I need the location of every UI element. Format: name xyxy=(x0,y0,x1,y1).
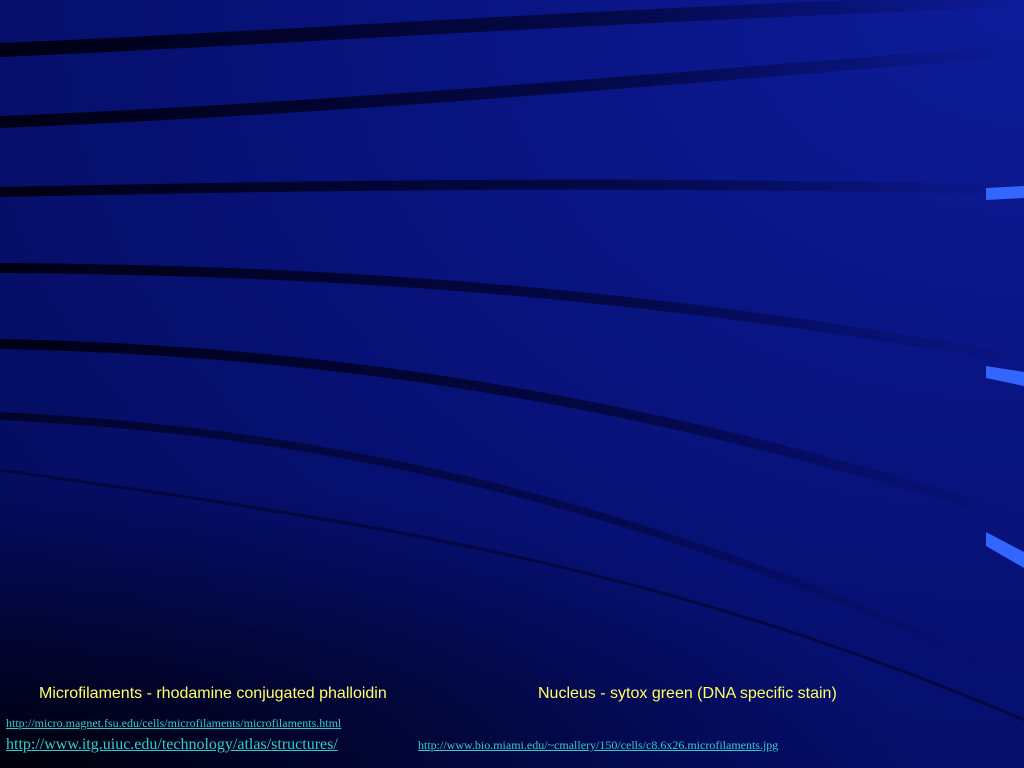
curved-stripes-decoration xyxy=(0,0,1024,768)
accent-stripe-top xyxy=(986,186,1024,200)
source-link-magnet[interactable]: http://micro.magnet.fsu.edu/cells/microf… xyxy=(6,716,341,731)
caption-microfilaments: Microfilaments - rhodamine conjugated ph… xyxy=(39,685,387,702)
caption-nucleus: Nucleus - sytox green (DNA specific stai… xyxy=(538,685,837,702)
slide-background: Microfilaments - rhodamine conjugated ph… xyxy=(0,0,1024,768)
accent-stripe-bottom xyxy=(986,532,1024,568)
source-link-miami[interactable]: http://www.bio.miami.edu/~cmallery/150/c… xyxy=(418,738,778,753)
accent-stripe-middle xyxy=(986,366,1024,386)
source-link-itg[interactable]: http://www.itg.uiuc.edu/technology/atlas… xyxy=(6,736,338,754)
